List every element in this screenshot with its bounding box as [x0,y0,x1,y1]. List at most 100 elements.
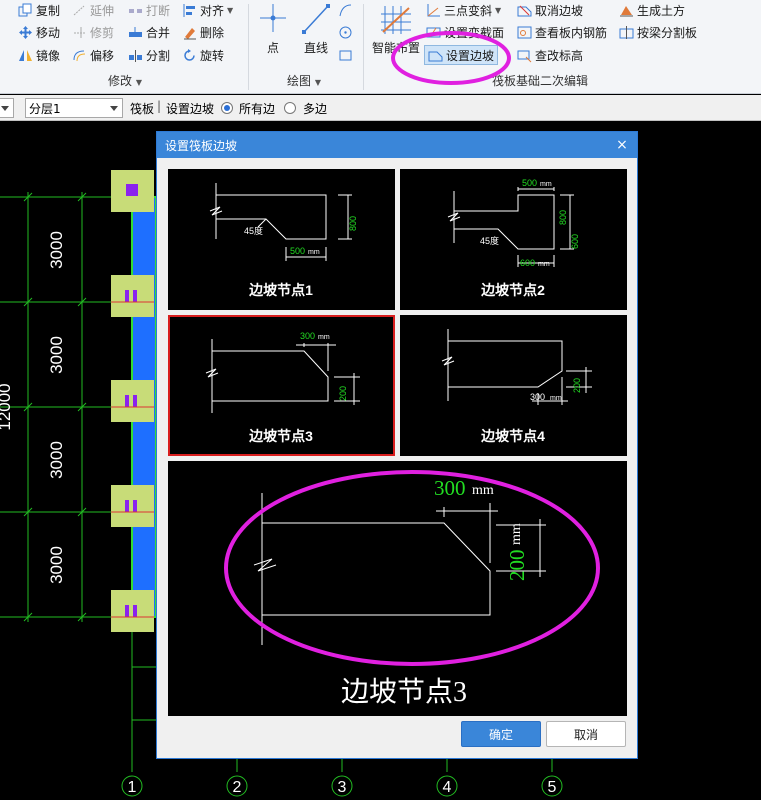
draw-group-text: 绘图 [287,74,312,88]
gen-earthwork-button[interactable]: 生成土方 [619,1,685,19]
slope-node-3-diagram: 300 mm 200 边坡节点3 [205,331,360,444]
modify-group-label[interactable]: 修改 ▼ [108,72,142,89]
split-by-beam-button[interactable]: 按梁分割板 [619,23,697,41]
copy-icon [18,3,33,18]
three-point-slope-label: 三点变斜 [444,3,493,18]
axis-label: 2 [233,779,242,796]
modify-group-text: 修改 [108,74,133,88]
point-label: 点 [266,41,279,55]
cancel-edge-slope-button[interactable]: 取消边坡 [517,1,583,19]
annotation-ellipse [391,31,511,85]
dim-text: 600 [520,258,535,268]
all-edges-radio[interactable] [221,102,233,114]
three-point-slope-button[interactable]: 三点变斜 ▼ [426,1,501,19]
slope-node-2-option[interactable]: 45度 500 mm 600 mm 800 600 边坡节点2 [400,169,627,310]
slope-node-3-option[interactable]: 300 mm 200 边坡节点3 [168,315,395,456]
trim-label: 修剪 [90,25,115,40]
dim-text: 800 [558,210,568,225]
multi-edges-label: 多边 [303,102,328,116]
rebar-view-icon [517,25,532,40]
mirror-button[interactable]: 镜像 [18,46,60,64]
delete-label: 删除 [200,25,225,40]
merge-button[interactable]: 合并 [128,23,170,41]
trim-button[interactable]: 修剪 [72,23,114,41]
ribbon-toolbar: 复制 延伸 打断 对齐 ▼ 移动 修剪 合并 删除 镜像 偏移 分割 旋转 修改… [0,0,761,94]
break-icon [128,3,143,18]
chevron-down-icon [1,106,9,111]
annotation-ellipse [224,470,600,666]
group-divider [248,4,249,90]
rectangle-icon [338,48,353,63]
unit-text: mm [538,261,550,268]
mirror-label: 镜像 [36,48,61,63]
gen-earthwork-label: 生成土方 [637,3,686,18]
chevron-down-icon: ▼ [227,5,234,15]
rectangle-button[interactable] [338,46,353,64]
move-button[interactable]: 移动 [18,23,60,41]
rotate-button[interactable]: 旋转 [182,46,224,64]
node-label: 边坡节点4 [480,428,545,444]
copy-label: 复制 [36,3,61,18]
slope-node-4-diagram: 300 mm 200 边坡节点4 [441,329,592,444]
unit-text: mm [550,395,562,402]
dim-text: 800 [348,216,358,231]
command-label: 设置边坡 [166,102,215,116]
edge-slope-dialog: 设置筏板边坡 × 45度 500 mm 800 边坡节点1 45度 500 mm… [156,131,638,759]
split-button[interactable]: 分割 [128,46,170,64]
layer-combo[interactable]: 分层1 [25,98,123,118]
close-icon[interactable]: × [613,136,631,154]
node-label: 边坡节点2 [480,282,545,298]
chevron-down-icon: ▼ [135,78,142,87]
group-divider [363,4,364,90]
circle-icon [338,25,353,40]
line-label: 直线 [303,41,328,55]
layer-value: 分层1 [29,101,61,116]
eraser-icon [182,25,197,40]
dim-text: 3000 [47,336,66,374]
offset-label: 偏移 [90,48,115,63]
edit-elevation-button[interactable]: 查改标高 [517,46,583,64]
cancel-button[interactable]: 取消 [546,721,626,747]
chevron-down-icon: ▼ [314,78,321,87]
circle-button[interactable] [338,23,353,41]
option-bar: 分层1 筏板 | 设置边坡 所有边 多边 [0,95,761,121]
align-button[interactable]: 对齐 ▼ [182,1,233,19]
point-button[interactable]: 点 [258,2,288,56]
rotate-label: 旋转 [200,48,225,63]
angle-text: 45度 [480,235,499,246]
view-rebar-label: 查看板内钢筋 [535,25,608,40]
draw-group-label[interactable]: 绘图 ▼ [287,72,321,89]
preview-label: 边坡节点3 [341,676,467,708]
chevron-down-icon: ▼ [495,5,502,15]
slope-icon [426,3,441,18]
copy-button[interactable]: 复制 [18,1,60,19]
earthwork-icon [619,3,634,18]
line-icon [300,2,332,39]
view-rebar-button[interactable]: 查看板内钢筋 [517,23,607,41]
unit-text: mm [308,249,320,256]
split-by-beam-icon [619,25,634,40]
node-label: 边坡节点1 [248,282,313,298]
move-icon [18,25,33,40]
ok-button[interactable]: 确定 [461,721,541,747]
dim-text: 200 [572,378,582,393]
delete-button[interactable]: 删除 [182,23,224,41]
slope-node-1-option[interactable]: 45度 500 mm 800 边坡节点1 [168,169,395,310]
rotate-icon [182,48,197,63]
chevron-down-icon [110,106,118,111]
arc-button[interactable] [338,1,353,19]
move-label: 移动 [36,25,61,40]
line-button[interactable]: 直线 [300,2,332,56]
offset-button[interactable]: 偏移 [72,46,114,64]
slope-node-4-option[interactable]: 300 mm 200 边坡节点4 [400,315,627,456]
extend-button[interactable]: 延伸 [72,1,114,19]
floor-combo[interactable] [0,98,14,118]
multi-edges-radio[interactable] [284,102,296,114]
cancel-slope-icon [517,3,532,18]
dialog-title-bar[interactable]: 设置筏板边坡 × [157,132,637,158]
merge-icon [128,25,143,40]
break-button[interactable]: 打断 [128,1,170,19]
extend-label: 延伸 [90,3,115,18]
node-label: 边坡节点3 [248,428,313,444]
cancel-edge-slope-label: 取消边坡 [535,3,584,18]
